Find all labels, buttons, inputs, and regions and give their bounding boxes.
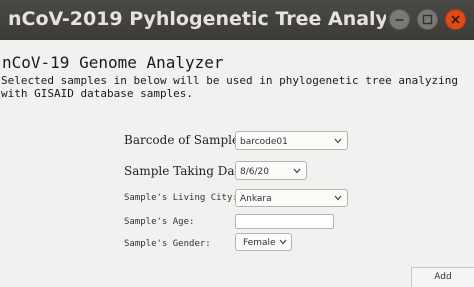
description-line-2: with GISAID database samples. bbox=[1, 87, 194, 100]
date-picker-value: 8/6/20 bbox=[240, 167, 269, 177]
minimize-icon bbox=[395, 19, 404, 21]
age-label: Sample's Age: bbox=[124, 217, 195, 227]
app-description: Selected samples in below will be used i… bbox=[1, 74, 458, 100]
chevron-down-icon bbox=[279, 239, 287, 245]
gender-label: Sample's Gender: bbox=[124, 239, 211, 249]
close-icon bbox=[451, 15, 460, 24]
minimize-button[interactable] bbox=[389, 9, 410, 30]
barcode-label: Barcode of Sample: bbox=[124, 133, 244, 147]
chevron-down-icon bbox=[293, 168, 301, 174]
city-select[interactable]: Ankara bbox=[235, 189, 348, 207]
barcode-select[interactable]: barcode01 bbox=[235, 131, 348, 150]
add-button[interactable]: Add bbox=[411, 267, 474, 287]
chevron-down-icon bbox=[334, 138, 342, 144]
window-titlebar[interactable]: nCoV-2019 Pyhlogenetic Tree Analyzer bbox=[0, 0, 474, 40]
gender-select-value: Female bbox=[243, 238, 276, 248]
barcode-select-value: barcode01 bbox=[240, 137, 288, 147]
city-label: Sample's Living City: bbox=[124, 193, 238, 203]
date-picker[interactable]: 8/6/20 bbox=[235, 161, 307, 180]
maximize-button[interactable] bbox=[417, 9, 438, 30]
age-input[interactable] bbox=[235, 214, 334, 229]
maximize-icon bbox=[422, 14, 433, 25]
date-label: Sample Taking Date: bbox=[124, 164, 251, 178]
main-content: nCoV-19 Genome Analyzer Selected samples… bbox=[0, 40, 474, 287]
description-line-1: Selected samples in below will be used i… bbox=[1, 74, 458, 87]
window-title: nCoV-2019 Pyhlogenetic Tree Analyzer bbox=[8, 8, 386, 30]
close-button[interactable] bbox=[445, 9, 466, 30]
app-heading: nCoV-19 Genome Analyzer bbox=[2, 53, 224, 72]
city-select-value: Ankara bbox=[240, 194, 272, 204]
gender-select[interactable]: Female bbox=[235, 233, 292, 251]
chevron-down-icon bbox=[334, 195, 342, 201]
